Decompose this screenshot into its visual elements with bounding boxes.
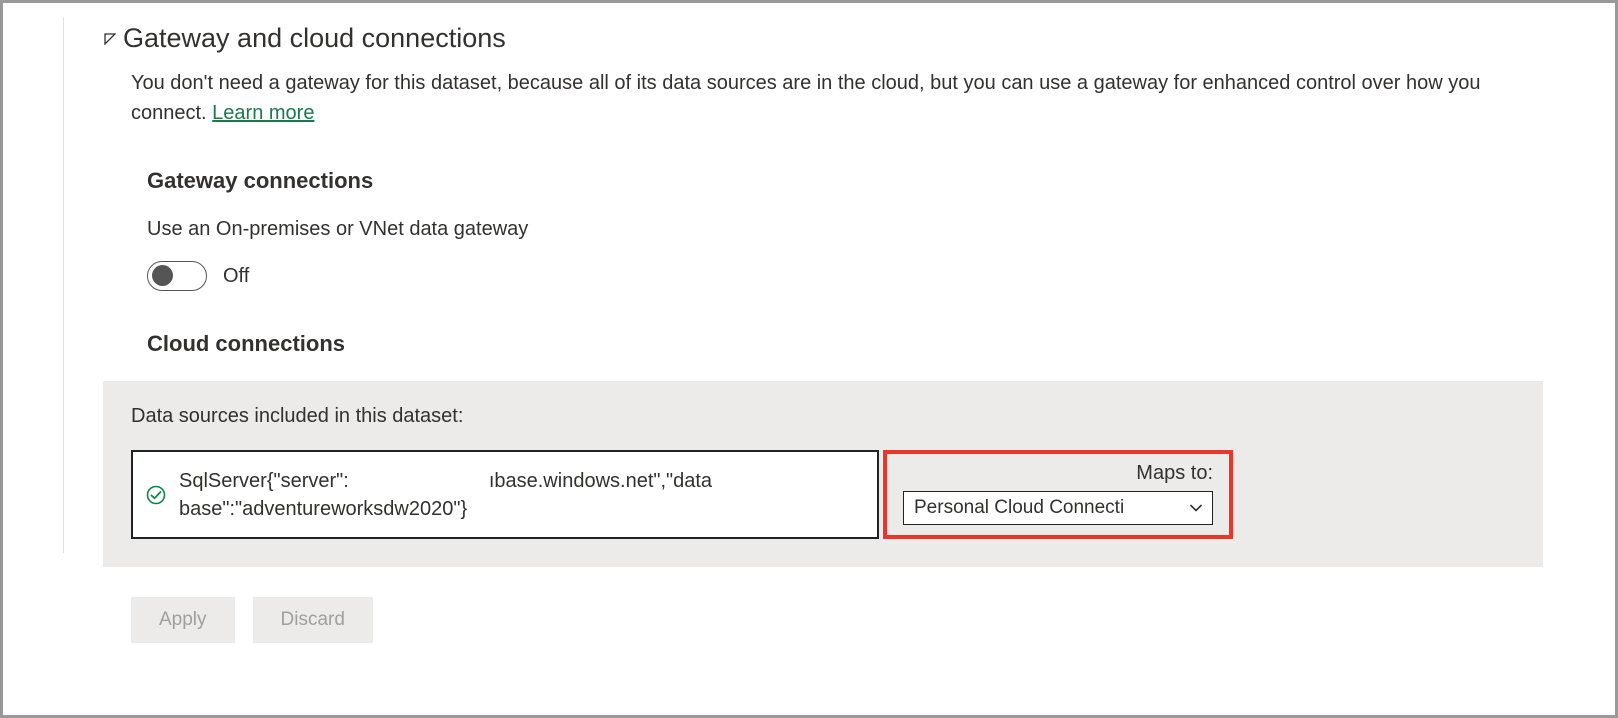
cloud-connections-title: Cloud connections — [147, 331, 1543, 357]
section-title: Gateway and cloud connections — [123, 23, 506, 54]
gateway-connections-section: Gateway connections Use an On-premises o… — [147, 168, 1543, 291]
learn-more-link[interactable]: Learn more — [212, 102, 314, 124]
apply-button[interactable]: Apply — [131, 597, 235, 643]
maps-to-highlight: Maps to: Personal Cloud Connecti — [883, 450, 1233, 539]
data-source-text: SqlServer{"server":ıbase.windows.net","d… — [179, 467, 712, 523]
section-description: You don't need a gateway for this datase… — [131, 68, 1543, 128]
chevron-down-icon — [1188, 500, 1204, 516]
data-sources-panel: Data sources included in this dataset: S… — [103, 381, 1543, 567]
collapse-triangle-icon — [103, 32, 117, 46]
maps-to-dropdown[interactable]: Personal Cloud Connecti — [903, 491, 1213, 525]
status-ok-icon — [145, 484, 167, 506]
cloud-connections-section: Cloud connections — [147, 331, 1543, 357]
maps-to-value: Personal Cloud Connecti — [914, 497, 1124, 519]
maps-to-label: Maps to: — [903, 462, 1213, 485]
toggle-knob — [152, 265, 173, 286]
footer-buttons: Apply Discard — [131, 597, 1543, 643]
data-sources-label: Data sources included in this dataset: — [131, 405, 1515, 428]
gateway-toggle[interactable] — [147, 261, 207, 291]
gateway-toggle-label: Use an On-premises or VNet data gateway — [147, 218, 1543, 241]
gateway-toggle-state: Off — [223, 265, 249, 288]
data-source-row: SqlServer{"server":ıbase.windows.net","d… — [131, 450, 1515, 539]
discard-button[interactable]: Discard — [253, 597, 373, 643]
section-header[interactable]: Gateway and cloud connections — [103, 23, 1543, 54]
vertical-divider — [63, 17, 64, 553]
gateway-connections-title: Gateway connections — [147, 168, 1543, 194]
data-source-item: SqlServer{"server":ıbase.windows.net","d… — [131, 450, 879, 539]
description-text: You don't need a gateway for this datase… — [131, 72, 1481, 124]
